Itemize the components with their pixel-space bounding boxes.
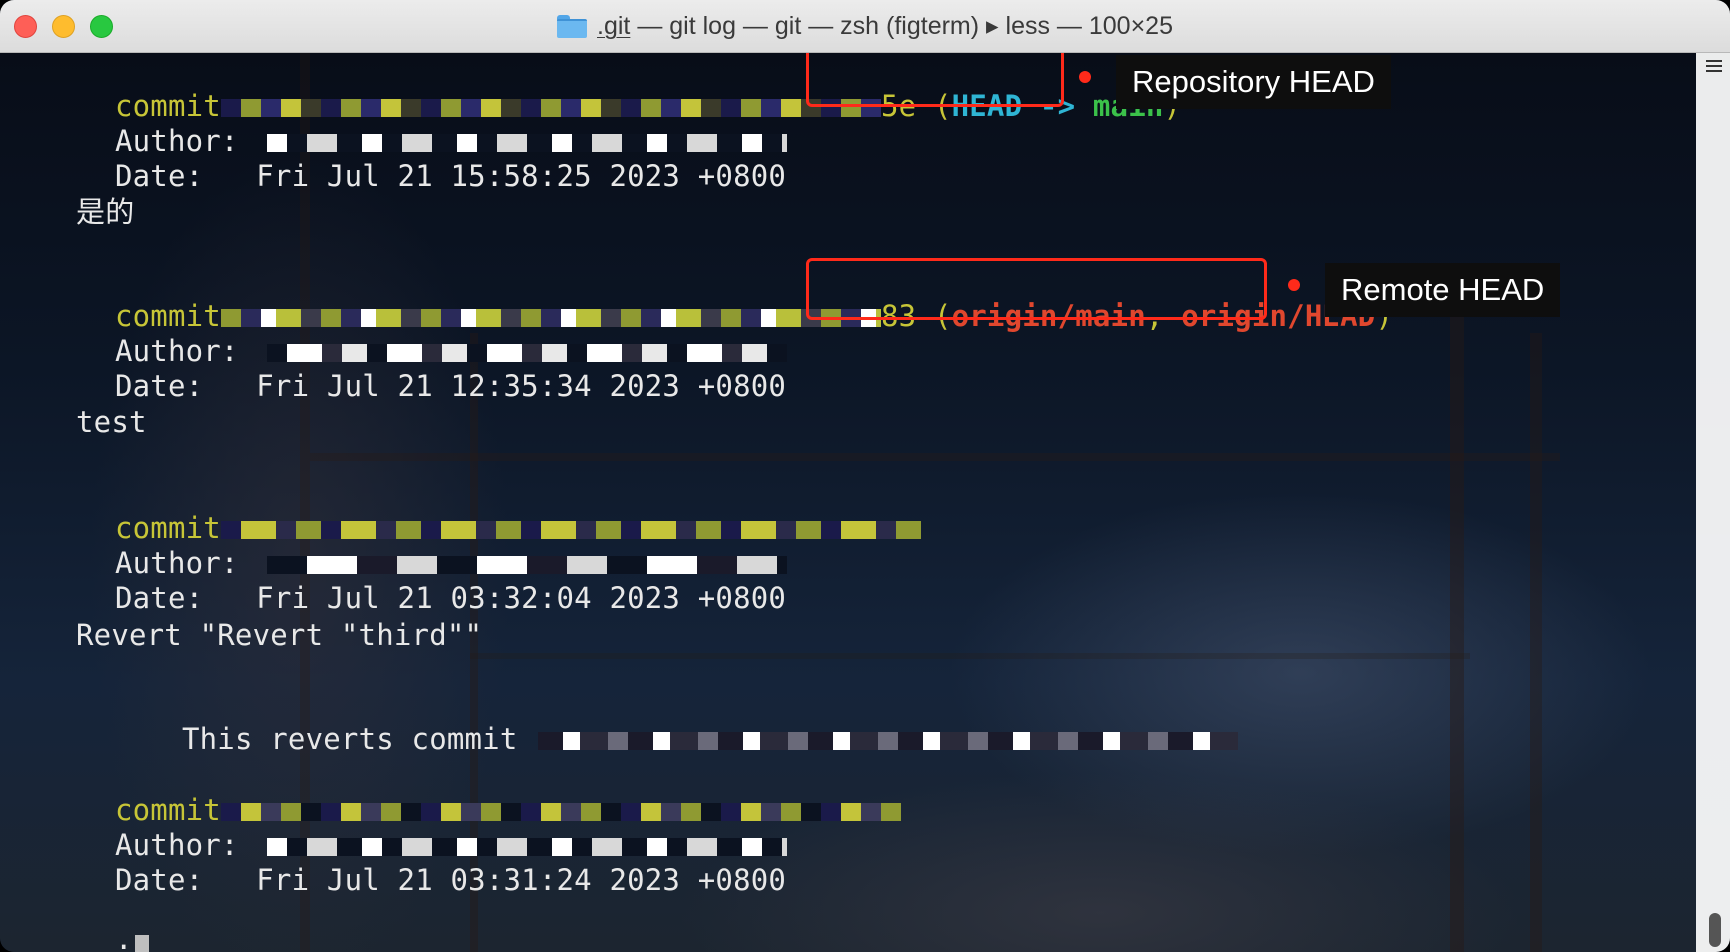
annotation-dot: [1079, 71, 1091, 83]
folder-icon: [557, 14, 588, 38]
commit-line: commit: [9, 759, 901, 827]
date-label: Date:: [114, 863, 204, 897]
scrollbar[interactable]: [1696, 53, 1730, 952]
menu-lines-icon[interactable]: [1704, 57, 1724, 77]
date-line: Date: Fri Jul 21 15:58:25 2023 +0800: [9, 125, 786, 193]
text-cursor: [134, 935, 149, 952]
date-line: Date: Fri Jul 21 12:35:34 2023 +0800: [9, 335, 786, 403]
date-label: Date:: [114, 369, 204, 403]
commit-date: Fri Jul 21 12:35:34 2023 +0800: [256, 369, 787, 403]
terminal-window: .git — git log — git — zsh (figterm) ▸ l…: [0, 0, 1730, 952]
commit-message-body: This reverts commit: [76, 688, 1238, 756]
author-line: Author:: [9, 512, 787, 580]
date-line: Date: Fri Jul 21 03:32:04 2023 +0800: [9, 547, 786, 615]
revert-text: This reverts commit: [181, 722, 518, 756]
window-title: .git — git log — git — zsh (figterm) ▸ l…: [0, 0, 1730, 52]
author-line: Author:: [9, 90, 787, 158]
commit-message: Revert "Revert "third"": [76, 618, 483, 652]
prompt-colon: :: [114, 933, 133, 952]
scroll-thumb[interactable]: [1709, 913, 1721, 947]
commit-date: Fri Jul 21 03:31:24 2023 +0800: [256, 863, 787, 897]
title-dirname: .git: [597, 11, 631, 40]
commit-line: commit: [9, 477, 921, 545]
commit-date: Fri Jul 21 15:58:25 2023 +0800: [256, 159, 787, 193]
repository-head-highlight: [806, 53, 1064, 107]
date-line: Date: Fri Jul 21 03:31:24 2023 +0800: [9, 829, 786, 897]
author-line: Author:: [9, 300, 787, 368]
remote-head-label: Remote HEAD: [1325, 263, 1561, 317]
redacted-hash: [537, 732, 1238, 750]
terminal-output[interactable]: commit5e (HEAD -> main) Author: Date: Fr…: [0, 53, 1730, 952]
commit-message: 是的: [76, 195, 135, 229]
remote-head-highlight: [806, 258, 1267, 320]
title-text: — git log — git — zsh (figterm) ▸ less —…: [630, 12, 1173, 40]
pager-prompt[interactable]: :: [9, 899, 149, 952]
commit-message: test: [76, 405, 147, 439]
annotation-dot: [1288, 279, 1300, 291]
commit-date: Fri Jul 21 03:32:04 2023 +0800: [256, 581, 787, 615]
title-bar[interactable]: .git — git log — git — zsh (figterm) ▸ l…: [0, 0, 1730, 53]
repository-head-label: Repository HEAD: [1116, 55, 1391, 109]
date-label: Date:: [114, 159, 204, 193]
date-label: Date:: [114, 581, 204, 615]
author-line: Author:: [9, 794, 787, 862]
